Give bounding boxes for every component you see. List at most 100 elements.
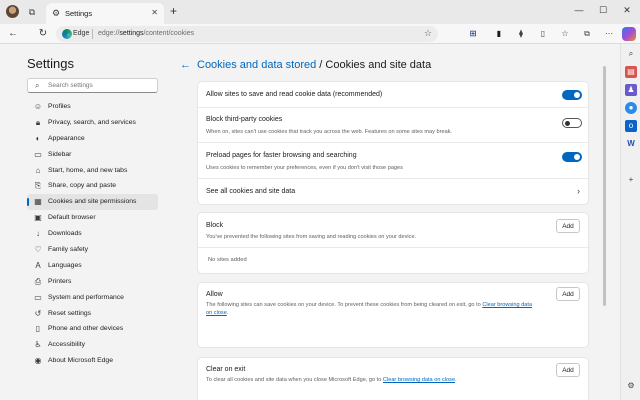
settings-nav: ☺ Profiles 🔒︎ Privacy, search, and service… xyxy=(27,99,158,369)
setting-block-third-party[interactable]: Block third-party cookies When on, sites… xyxy=(198,108,590,143)
breadcrumb-parent-link[interactable]: Cookies and data stored xyxy=(197,59,316,71)
search-box[interactable]: ⌕ xyxy=(27,78,158,93)
profile-avatar[interactable] xyxy=(6,5,19,18)
split-screen-icon[interactable]: ▯ xyxy=(536,27,550,41)
address-url[interactable]: edge://settings/content/cookies xyxy=(98,30,194,37)
sidebar-item-share[interactable]: ⎘ Share, copy and paste xyxy=(27,178,158,194)
download-icon: ↓ xyxy=(36,229,40,239)
block-empty-state: No sites added xyxy=(208,257,247,263)
clear-on-exit-add-button[interactable]: Add xyxy=(556,363,580,377)
more-menu-icon[interactable]: ⋯ xyxy=(602,27,616,41)
allow-description: The following sites can save cookies on … xyxy=(206,302,533,316)
clear-on-exit-panel: Clear on exit To clear all cookies and s… xyxy=(197,357,589,400)
workspaces-icon[interactable]: ⧉ xyxy=(26,6,38,18)
extensions-puzzle-icon[interactable]: ⧫ xyxy=(514,27,528,41)
chevron-right-icon: › xyxy=(577,186,580,196)
sidebar-item-phone[interactable]: ▯ Phone and other devices xyxy=(27,321,158,337)
setting-title: Preload pages for faster browsing and se… xyxy=(206,152,357,159)
setting-title: Allow sites to save and read cookie data… xyxy=(206,91,383,98)
search-input[interactable] xyxy=(48,82,153,89)
preload-pages-toggle[interactable] xyxy=(562,152,582,162)
scrollbar-thumb[interactable] xyxy=(603,66,606,306)
divider xyxy=(198,247,590,248)
setting-title: Block third-party cookies xyxy=(206,116,283,123)
setting-title: See all cookies and site data xyxy=(206,188,296,195)
close-tab-icon[interactable]: ✕ xyxy=(151,8,158,17)
games-icon[interactable]: ♟ xyxy=(625,84,637,96)
add-app-icon[interactable]: + xyxy=(625,174,637,186)
setting-preload-pages[interactable]: Preload pages for faster browsing and se… xyxy=(198,143,590,179)
setting-allow-cookies[interactable]: Allow sites to save and read cookie data… xyxy=(198,82,590,108)
sidebar-item-about[interactable]: ◉ About Microsoft Edge xyxy=(27,353,158,369)
tracker-icon[interactable]: ▮ xyxy=(492,27,506,41)
page-title: ← Cookies and data stored / Cookies and s… xyxy=(180,59,431,71)
tab-settings[interactable]: ⚙ Settings ✕ xyxy=(46,3,164,24)
phone-icon: ▯ xyxy=(35,324,41,334)
microsoft-365-icon[interactable]: ● xyxy=(625,102,637,114)
favorites-icon[interactable]: ☆ xyxy=(558,27,572,41)
sidebar-icon: ▭ xyxy=(34,149,42,159)
minimize-button[interactable]: — xyxy=(572,5,586,15)
home-icon: ⌂ xyxy=(35,165,41,175)
sidebar-item-appearance[interactable]: ◐ Appearance xyxy=(27,131,158,147)
setting-description: When on, sites can't use cookies that tr… xyxy=(206,129,453,135)
sidebar-item-sidebar[interactable]: ▭ Sidebar xyxy=(27,147,158,163)
title-bar: ⧉ ⚙ Settings ✕ + — ☐ ✕ xyxy=(0,0,640,24)
sidebar-item-default-browser[interactable]: ▣ Default browser xyxy=(27,210,158,226)
reset-icon: ↺ xyxy=(34,308,42,318)
tools-icon[interactable]: ▤ xyxy=(625,66,637,78)
clear-browsing-data-link[interactable]: Clear browsing data xyxy=(482,302,532,308)
see-all-cookies-row[interactable]: See all cookies and site data › xyxy=(198,179,590,206)
allow-cookies-toggle[interactable] xyxy=(562,90,582,100)
share-icon: ⎘ xyxy=(34,181,42,191)
clear-on-exit-description: To clear all cookies and site data when … xyxy=(206,377,457,383)
sidebar-settings-icon[interactable]: ⚙ xyxy=(625,380,637,392)
favorite-star-icon[interactable]: ☆ xyxy=(424,28,432,39)
sidebar-item-profiles[interactable]: ☺ Profiles xyxy=(27,99,158,115)
on-close-link[interactable]: on close xyxy=(206,310,227,316)
allow-panel: Allow The following sites can save cooki… xyxy=(197,282,589,348)
outlook-icon[interactable]: o xyxy=(625,120,637,132)
block-third-party-toggle[interactable] xyxy=(562,118,582,128)
extension-icon[interactable]: ⊞ xyxy=(466,27,480,41)
edge-logo-icon xyxy=(62,29,72,39)
family-icon: ♡ xyxy=(34,245,42,255)
new-tab-button[interactable]: + xyxy=(170,5,177,17)
back-arrow-icon[interactable]: ← xyxy=(6,27,20,41)
sidebar-item-cookies[interactable]: ▦ Cookies and site permissions xyxy=(27,194,158,211)
printer-icon: ⎙ xyxy=(34,276,42,286)
setting-description: Uses cookies to remember your preference… xyxy=(206,165,403,171)
block-add-button[interactable]: Add xyxy=(556,219,580,233)
address-bar[interactable]: Edge edge://settings/content/cookies ☆ xyxy=(56,26,438,42)
block-description: You've prevented the following sites fro… xyxy=(206,234,417,240)
word-icon[interactable]: W xyxy=(625,138,637,150)
sidebar-item-languages[interactable]: A Languages xyxy=(27,258,158,274)
allow-add-button[interactable]: Add xyxy=(556,287,580,301)
sidebar-item-start-home[interactable]: ⌂ Start, home, and new tabs xyxy=(27,163,158,179)
scrollbar[interactable] xyxy=(603,56,607,400)
refresh-icon[interactable]: ↻ xyxy=(36,27,50,41)
palette-icon: ◐ xyxy=(35,133,41,143)
copilot-icon[interactable] xyxy=(622,27,636,41)
sidebar-item-privacy[interactable]: 🔒︎ Privacy, search, and services xyxy=(27,115,158,131)
allow-title: Allow xyxy=(206,291,223,298)
address-divider xyxy=(92,29,93,39)
collections-icon[interactable]: ⧉ xyxy=(580,27,594,41)
sidebar-item-printers[interactable]: ⎙ Printers xyxy=(27,274,158,290)
close-window-button[interactable]: ✕ xyxy=(620,5,634,16)
sidebar-item-reset[interactable]: ↺ Reset settings xyxy=(27,306,158,322)
clear-browsing-data-on-close-link[interactable]: Clear browsing data on close xyxy=(383,377,455,383)
back-arrow-icon[interactable]: ← xyxy=(180,59,191,71)
block-panel: Block You've prevented the following sit… xyxy=(197,212,590,274)
sidebar-item-system[interactable]: ▭ System and performance xyxy=(27,290,158,306)
system-icon: ▭ xyxy=(34,292,42,302)
clear-on-exit-title: Clear on exit xyxy=(206,366,246,373)
maximize-button[interactable]: ☐ xyxy=(596,5,610,16)
breadcrumb-current: Cookies and site data xyxy=(325,59,432,71)
browser-icon: ▣ xyxy=(34,213,42,223)
sidebar-item-accessibility[interactable]: ♿︎ Accessibility xyxy=(27,337,158,353)
search-icon[interactable]: ⌕ xyxy=(625,48,637,60)
sidebar-item-downloads[interactable]: ↓ Downloads xyxy=(27,226,158,242)
language-icon: A xyxy=(35,260,41,270)
sidebar-item-family[interactable]: ♡ Family safety xyxy=(27,242,158,258)
